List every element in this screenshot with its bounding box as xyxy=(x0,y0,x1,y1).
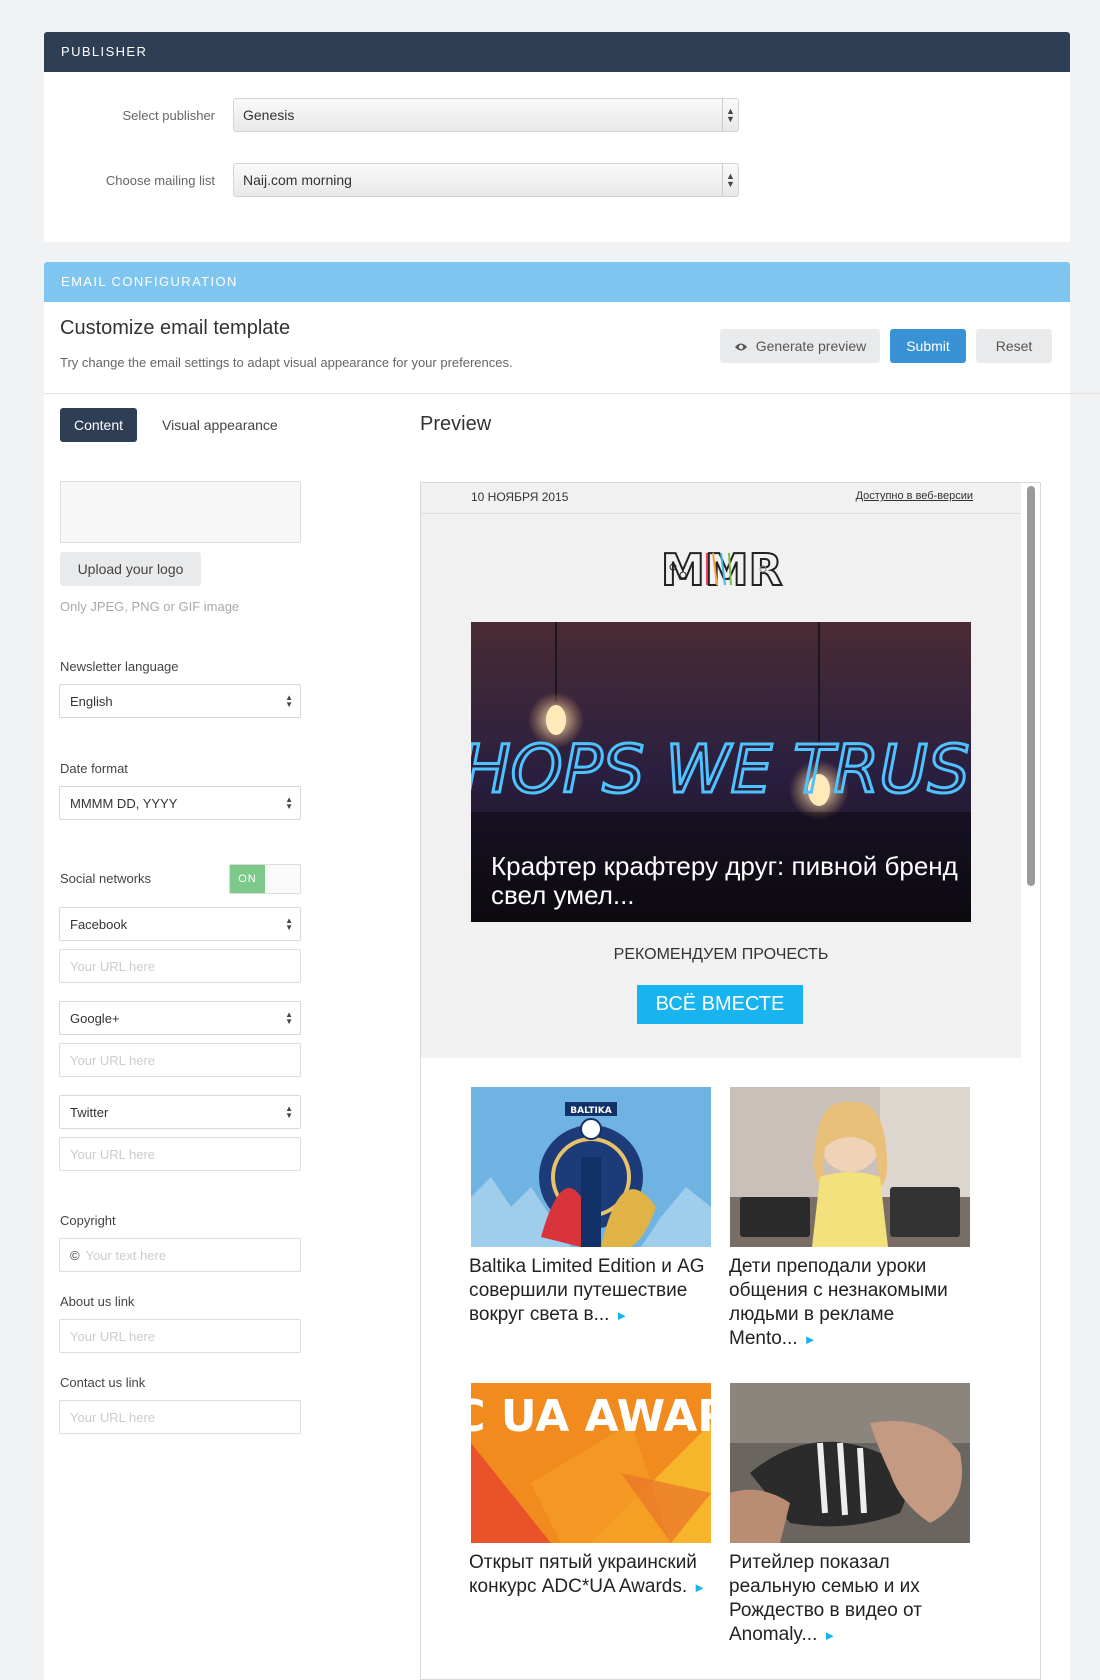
email-config-header: EMAIL CONFIGURATION xyxy=(44,262,1070,302)
tab-visual-appearance[interactable]: Visual appearance xyxy=(162,417,278,433)
hero-article[interactable]: HOPS WE TRUST Крафтер крафтеру друг: пив… xyxy=(471,622,971,922)
logo-dropzone[interactable] xyxy=(60,481,301,543)
card-title-text: Открыт пятый украинский конкурс ADC*UA A… xyxy=(469,1552,697,1597)
publisher-select[interactable]: Genesis ▲ ▼ xyxy=(233,98,739,132)
preview-title: Preview xyxy=(420,413,492,435)
logo-text: MMR xyxy=(661,545,782,591)
divider xyxy=(44,393,1100,394)
submit-button[interactable]: Submit xyxy=(890,329,966,363)
social-network-name: Twitter xyxy=(70,1105,109,1120)
language-label: Newsletter language xyxy=(60,659,179,674)
social-network-select-twitter[interactable]: Twitter ▲ ▼ xyxy=(59,1095,301,1129)
eye-icon xyxy=(734,343,747,351)
social-network-select-googleplus[interactable]: Google+ ▲ ▼ xyxy=(59,1001,301,1035)
preview-date: 10 НОЯБРЯ 2015 xyxy=(471,490,569,504)
select-arrows-icon: ▲ ▼ xyxy=(722,99,738,131)
generate-preview-label: Generate preview xyxy=(755,338,867,354)
language-select[interactable]: English ▲ ▼ xyxy=(59,684,301,718)
language-value: English xyxy=(70,694,113,709)
email-preview-frame[interactable]: 10 НОЯБРЯ 2015 Доступно в веб-версии MMR xyxy=(420,482,1041,1680)
cta-button[interactable]: ВСЁ ВМЕСТЕ xyxy=(637,985,803,1024)
card-image-baltika[interactable]: BALTIKA xyxy=(471,1087,711,1247)
twitter-url-input[interactable]: Your URL here xyxy=(59,1137,301,1171)
adc-label: ADC UA AWARDS xyxy=(471,1391,711,1442)
reset-button[interactable]: Reset xyxy=(976,329,1052,363)
web-version-link[interactable]: Доступно в веб-версии xyxy=(856,490,973,502)
read-more-icon: ► xyxy=(823,1628,837,1643)
copyright-input[interactable]: © Your text here xyxy=(59,1238,301,1272)
card-image-hands[interactable] xyxy=(730,1383,970,1543)
select-arrows-icon: ▲ ▼ xyxy=(285,795,293,811)
date-format-select[interactable]: MMMM DD, YYYY ▲ ▼ xyxy=(59,786,301,820)
googleplus-url-input[interactable]: Your URL here xyxy=(59,1043,301,1077)
contact-us-label: Contact us link xyxy=(60,1375,146,1390)
copyright-label: Copyright xyxy=(60,1213,116,1228)
social-networks-label: Social networks xyxy=(60,871,152,886)
baltika-label: BALTIKA xyxy=(570,1106,612,1116)
upload-hint: Only JPEG, PNG or GIF image xyxy=(60,599,240,614)
publisher-panel-header: PUBLISHER xyxy=(44,32,1070,72)
copyright-symbol-icon: © xyxy=(70,1248,80,1263)
mmr-logo: MMR xyxy=(660,545,783,591)
preview-header-area: 10 НОЯБРЯ 2015 Доступно в веб-версии MMR xyxy=(421,483,1021,1058)
mailing-list-value: Naij.com morning xyxy=(243,172,352,188)
card-image-girl[interactable] xyxy=(730,1087,970,1247)
select-publisher-label: Select publisher xyxy=(122,108,216,123)
copyright-placeholder: Your text here xyxy=(85,1248,167,1263)
about-us-input[interactable]: Your URL here xyxy=(59,1319,301,1353)
publisher-select-value: Genesis xyxy=(243,107,295,123)
generate-preview-button[interactable]: Generate preview xyxy=(720,329,880,363)
toggle-on-label: ON xyxy=(230,865,265,893)
select-arrows-icon: ▲ ▼ xyxy=(285,693,293,709)
card-title-3[interactable]: Открыт пятый украинский конкурс ADC*UA A… xyxy=(469,1551,714,1600)
about-us-label: About us link xyxy=(60,1294,135,1309)
card-title-1[interactable]: Baltika Limited Edition и AG совершили п… xyxy=(469,1255,714,1328)
social-network-select-facebook[interactable]: Facebook ▲ ▼ xyxy=(59,907,301,941)
select-arrows-icon: ▲ ▼ xyxy=(285,916,293,932)
select-arrows-icon: ▲ ▼ xyxy=(722,164,738,196)
select-arrows-icon: ▲ ▼ xyxy=(285,1104,293,1120)
social-networks-toggle[interactable]: ON xyxy=(229,864,301,894)
read-more-icon: ► xyxy=(615,1308,629,1323)
preview-scrollbar[interactable] xyxy=(1027,486,1035,886)
divider xyxy=(421,513,1021,514)
read-more-icon: ► xyxy=(803,1332,817,1347)
recommend-heading: РЕКОМЕНДУЕМ ПРОЧЕСТЬ xyxy=(613,946,829,963)
facebook-url-input[interactable]: Your URL here xyxy=(59,949,301,983)
contact-us-input[interactable]: Your URL here xyxy=(59,1400,301,1434)
tab-content[interactable]: Content xyxy=(60,408,137,442)
social-network-name: Facebook xyxy=(70,917,128,932)
date-format-label: Date format xyxy=(60,761,128,776)
upload-logo-button[interactable]: Upload your logo xyxy=(60,552,201,586)
hero-neon-text: HOPS WE TRUST xyxy=(471,731,971,808)
social-network-name: Google+ xyxy=(70,1011,120,1026)
hero-title: Крафтер крафтеру друг: пивной бренд свел… xyxy=(491,851,958,910)
card-title-text: Дети преподали уроки общения с незнакомы… xyxy=(729,1256,948,1349)
card-title-text: Baltika Limited Edition и AG совершили п… xyxy=(469,1256,705,1325)
config-subtitle: Try change the email settings to adapt v… xyxy=(60,355,513,370)
read-more-icon: ► xyxy=(693,1580,706,1595)
select-arrows-icon: ▲ ▼ xyxy=(285,1010,293,1026)
mailing-list-label: Choose mailing list xyxy=(105,173,215,188)
card-title-2[interactable]: Дети преподали уроки общения с незнакомы… xyxy=(729,1255,974,1352)
config-title: Customize email template xyxy=(60,317,291,339)
mailing-list-select[interactable]: Naij.com morning ▲ ▼ xyxy=(233,163,739,197)
card-title-4[interactable]: Ритейлер показал реальную семью и их Рож… xyxy=(729,1551,974,1648)
card-image-adc[interactable]: ADC UA AWARDS xyxy=(471,1383,711,1543)
date-format-value: MMMM DD, YYYY xyxy=(70,796,178,811)
